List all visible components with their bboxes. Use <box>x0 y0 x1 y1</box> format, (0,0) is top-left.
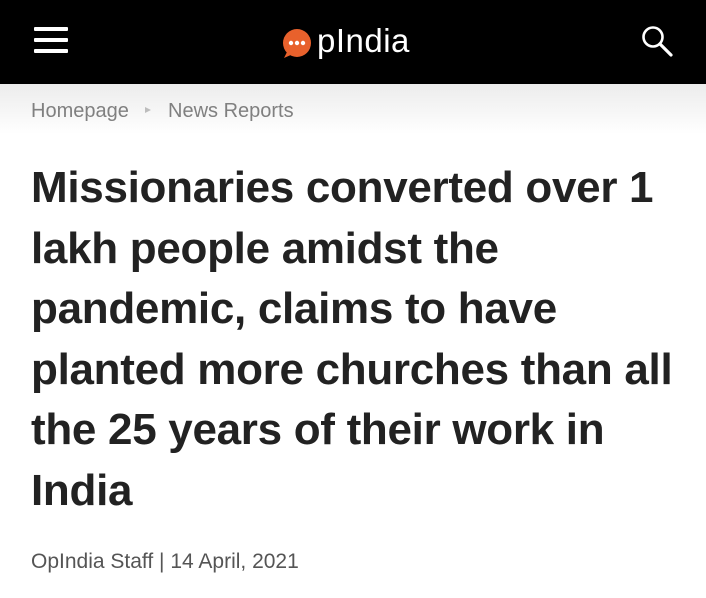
search-icon[interactable] <box>640 24 676 60</box>
top-navigation-bar: pIndia <box>0 0 706 84</box>
logo-text: pIndia <box>317 22 410 59</box>
breadcrumb-homepage-link[interactable]: Homepage <box>31 100 129 123</box>
breadcrumb-news-reports-link[interactable]: News Reports <box>168 100 294 123</box>
speech-bubble-logo-icon <box>280 24 316 60</box>
breadcrumb-separator-icon <box>145 107 151 113</box>
article-byline: OpIndia Staff | 14 April, 2021 <box>31 550 299 574</box>
article-title: Missionaries converted over 1 lakh peopl… <box>31 163 673 515</box>
publish-date: 14 April, 2021 <box>170 550 299 573</box>
author-link[interactable]: OpIndia Staff <box>31 550 153 573</box>
hamburger-menu-icon[interactable] <box>34 25 70 55</box>
byline-separator: | <box>159 550 165 573</box>
site-logo[interactable]: pIndia <box>280 20 410 64</box>
